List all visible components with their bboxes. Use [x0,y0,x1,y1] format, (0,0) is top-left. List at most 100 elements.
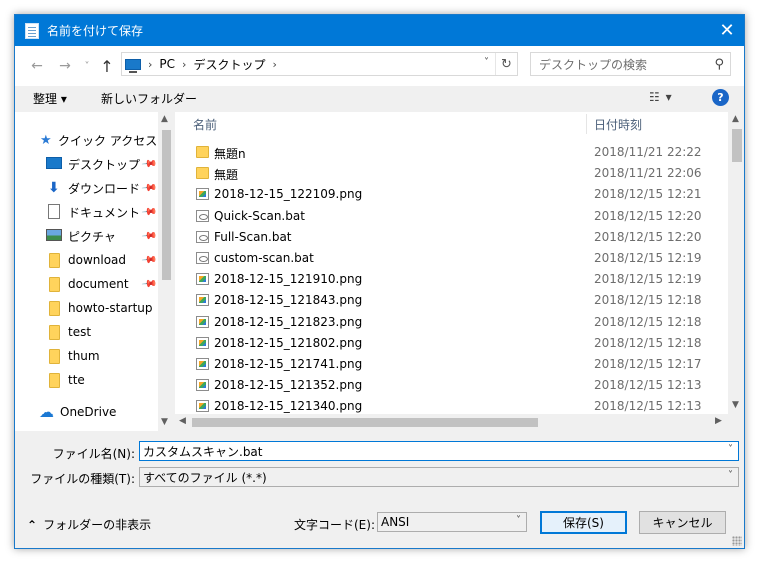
scroll-thumb[interactable] [732,129,742,162]
column-header-name[interactable]: 名前 [193,112,217,136]
file-date: 2018/12/15 12:20 [594,229,702,244]
folder-icon [49,301,60,316]
scroll-down-button[interactable]: ▼ [161,417,168,427]
back-button[interactable]: ← [27,56,47,76]
nav-item-folder[interactable]: thum [15,345,165,367]
recent-locations-button[interactable]: ˅ [77,56,97,76]
pin-icon[interactable]: 📌 [141,276,158,292]
save-button[interactable]: 保存(S) [540,511,627,534]
batch-file-icon [196,209,209,222]
encoding-value: ANSI [381,515,410,529]
breadcrumb-pc[interactable]: PC [159,57,175,71]
folder-icon [196,167,209,180]
file-date: 2018/12/15 12:13 [594,378,702,393]
nav-label: デスクトップ [68,157,141,172]
nav-item-folder[interactable]: document 📌 [15,273,165,295]
file-row[interactable]: 2018-12-15_121910.png 2018/12/15 12:19 [175,269,728,290]
file-row[interactable]: 無題 2018/11/21 22:06 [175,163,728,184]
chevron-right-icon[interactable]: › [182,58,186,71]
image-file-icon [196,273,209,286]
nav-item-folder[interactable]: howto-startup [15,297,165,319]
pictures-icon [46,229,62,241]
scroll-thumb[interactable] [192,418,538,427]
nav-label: ダウンロード [68,181,141,196]
image-file-icon [196,400,209,413]
file-row[interactable]: 2018-12-15_121823.png 2018/12/15 12:18 [175,312,728,333]
file-row[interactable]: 2018-12-15_121352.png 2018/12/15 12:13 [175,375,728,396]
organize-button[interactable]: 整理 ▾ [33,90,67,107]
pin-icon[interactable]: 📌 [141,156,158,172]
pin-icon[interactable]: 📌 [141,228,158,244]
scroll-thumb[interactable] [162,130,171,280]
view-options-button[interactable]: ☷ ▾ [649,90,673,104]
hide-folders-button[interactable]: ⌃ フォルダーの非表示 [27,516,151,533]
breadcrumb-desktop[interactable]: デスクトップ [193,56,265,73]
file-date: 2018/12/15 12:19 [594,272,702,287]
folder-icon [49,325,60,340]
file-name: 無題n [214,147,246,161]
nav-item-folder[interactable]: download 📌 [15,249,165,271]
address-dropdown-button[interactable]: ˅ [484,57,489,68]
chevron-down-icon[interactable]: ˅ [516,515,521,526]
nav-label: document [68,277,129,291]
pin-icon[interactable]: 📌 [141,252,158,268]
file-name: 無題 [214,168,239,183]
file-row[interactable]: 2018-12-15_121843.png 2018/12/15 12:18 [175,290,728,311]
scroll-left-button[interactable]: ◀ [179,416,186,426]
filetype-select[interactable]: すべてのファイル (*.*) ˅ [139,467,739,487]
file-row[interactable]: 2018-12-15_121802.png 2018/12/15 12:18 [175,333,728,354]
chevron-down-icon[interactable]: ˅ [728,470,733,481]
nav-label: ピクチャ [68,229,116,244]
file-list-horizontal-scrollbar[interactable]: ◀ ▶ [175,414,728,431]
nav-item-documents[interactable]: ドキュメント 📌 [15,201,165,223]
folder-icon [49,373,60,388]
nav-item-quick-access[interactable]: ★ クイック アクセス [15,129,165,151]
chevron-right-icon[interactable]: › [148,58,152,71]
scroll-down-button[interactable]: ▼ [732,400,739,410]
new-folder-button[interactable]: 新しいフォルダー [101,90,197,107]
file-row[interactable]: 無題n 2018/11/21 22:22 [175,142,728,163]
chevron-down-icon[interactable]: ˅ [728,444,733,455]
filename-label: ファイル名(N): [52,447,135,461]
scroll-up-button[interactable]: ▲ [161,114,168,124]
filename-field[interactable]: カスタムスキャン.bat ˅ [139,441,739,461]
file-row[interactable]: Quick-Scan.bat 2018/12/15 12:20 [175,206,728,227]
file-row[interactable]: Full-Scan.bat 2018/12/15 12:20 [175,227,728,248]
nav-item-folder[interactable]: tte [15,369,165,391]
nav-item-onedrive[interactable]: ☁ OneDrive [15,401,165,423]
nav-scrollbar[interactable]: ▲ ▼ [158,112,174,431]
cancel-button[interactable]: キャンセル [639,511,726,534]
column-divider[interactable] [586,114,587,134]
file-date: 2018/12/15 12:13 [594,399,702,414]
up-button[interactable]: ↑ [97,56,117,76]
nav-item-pictures[interactable]: ピクチャ 📌 [15,225,165,247]
scroll-right-button[interactable]: ▶ [715,416,722,426]
search-icon[interactable]: ⚲ [714,57,724,72]
help-button[interactable]: ? [712,89,729,106]
file-list-vertical-scrollbar[interactable]: ▲ ▼ [728,112,744,414]
file-date: 2018/11/21 22:22 [594,145,702,159]
address-bar[interactable]: › PC › デスクトップ › ˅ ↻ [121,52,518,76]
file-name: Full-Scan.bat [214,229,292,244]
file-row[interactable]: custom-scan.bat 2018/12/15 12:19 [175,248,728,269]
window-title: 名前を付けて保存 [47,24,144,38]
nav-item-desktop[interactable]: デスクトップ 📌 [15,153,165,175]
forward-button[interactable]: → [55,56,75,76]
search-input[interactable]: デスクトップの検索 ⚲ [530,52,731,76]
encoding-select[interactable]: ANSI ˅ [377,512,527,532]
save-as-dialog: 名前を付けて保存 ✕ ← → ˅ ↑ › PC › デスクトップ › ˅ ↻ デ… [14,14,745,549]
file-row[interactable]: 2018-12-15_122109.png 2018/12/15 12:21 [175,184,728,205]
batch-file-icon [196,230,209,243]
close-button[interactable]: ✕ [710,15,744,46]
file-row[interactable]: 2018-12-15_121741.png 2018/12/15 12:17 [175,354,728,375]
address-row: ← → ˅ ↑ › PC › デスクトップ › ˅ ↻ デスクトップの検索 ⚲ [15,46,744,86]
chevron-right-icon[interactable]: › [272,58,276,71]
resize-grip[interactable] [732,536,742,546]
scroll-up-button[interactable]: ▲ [732,114,739,124]
refresh-button[interactable]: ↻ [495,53,517,75]
nav-item-downloads[interactable]: ⬇ ダウンロード 📌 [15,177,165,199]
nav-item-folder[interactable]: test [15,321,165,343]
column-header-date[interactable]: 日付時刻 [594,112,642,136]
pin-icon[interactable]: 📌 [141,180,158,196]
pin-icon[interactable]: 📌 [141,204,158,220]
